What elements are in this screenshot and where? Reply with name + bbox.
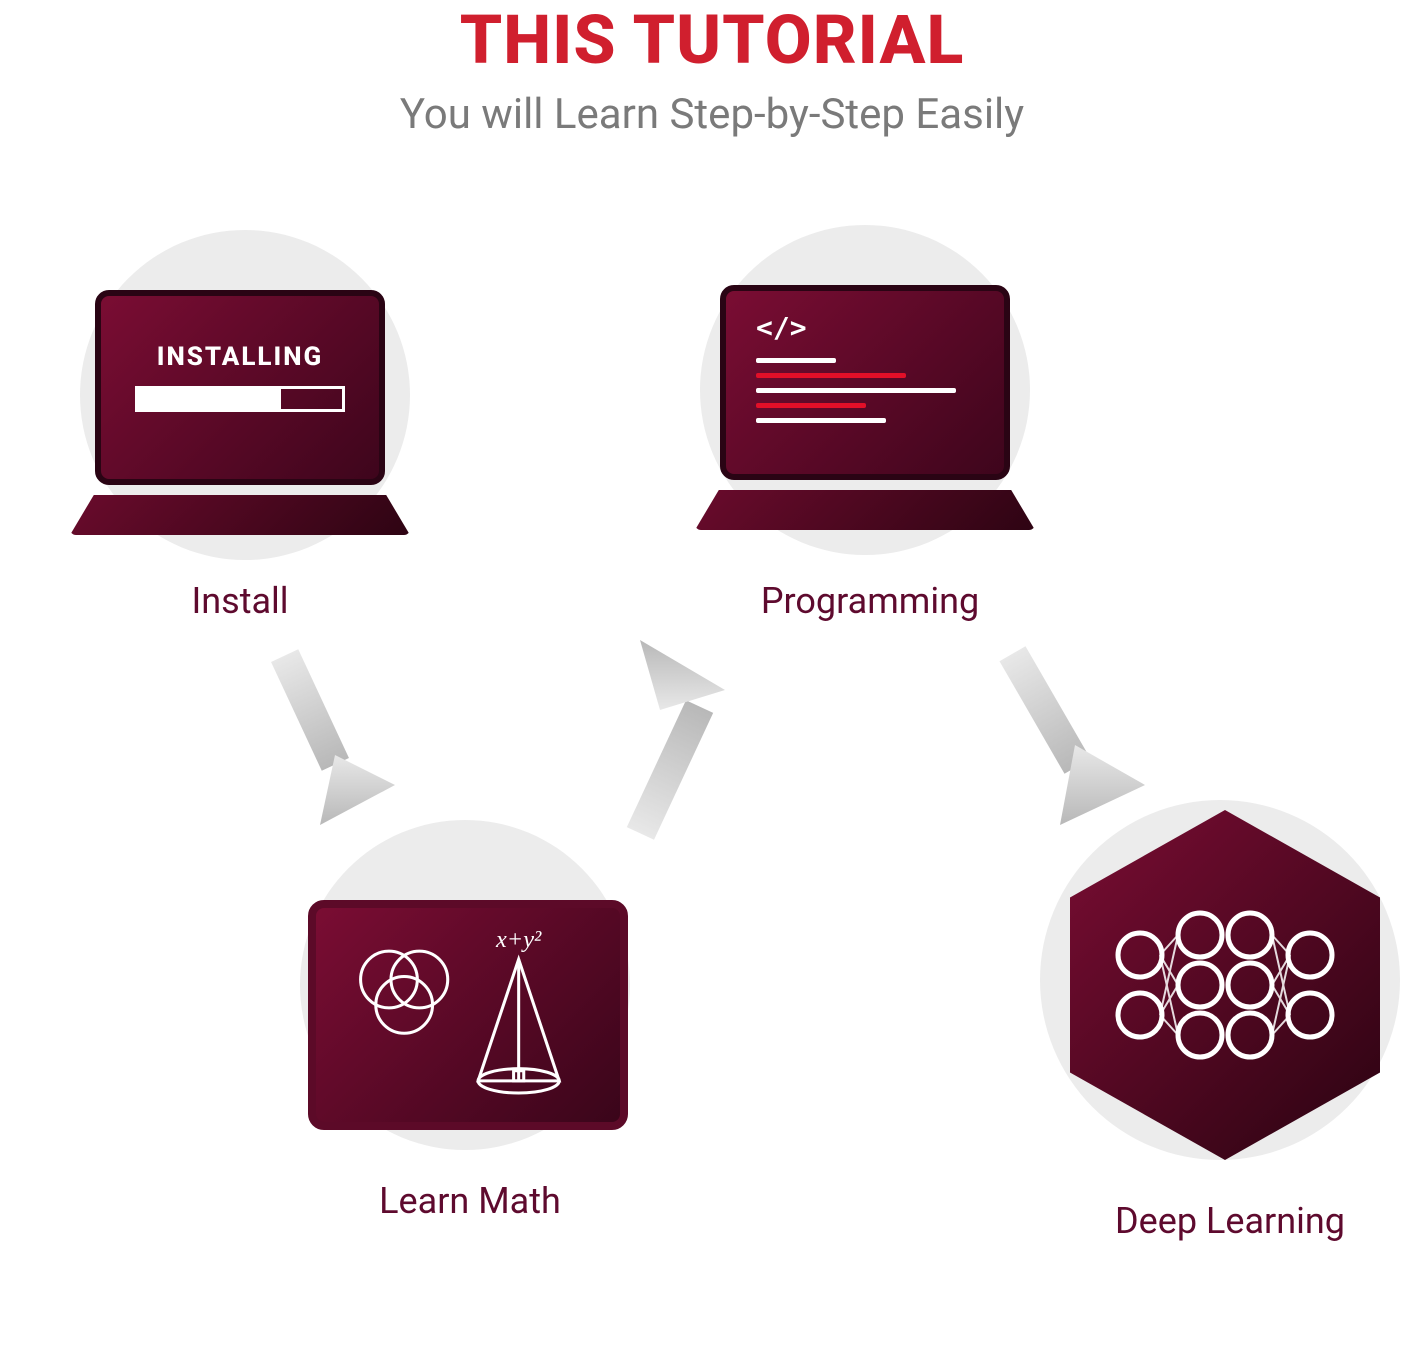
programming-laptop-icon: </>	[720, 285, 1035, 530]
install-laptop-icon: INSTALLING	[95, 290, 410, 535]
page-title: THIS TUTORIAL	[0, 0, 1424, 80]
progress-bar	[135, 386, 345, 412]
progress-fill	[138, 389, 281, 409]
code-line	[756, 373, 906, 378]
install-label: Install	[100, 580, 380, 622]
install-screen-text: INSTALLING	[101, 296, 379, 372]
arrow-math-to-programming	[600, 640, 760, 860]
code-symbol-icon: </>	[726, 291, 1004, 348]
page-subtitle: You will Learn Step-by-Step Easily	[0, 90, 1424, 139]
programming-label: Programming	[720, 580, 1020, 622]
code-line	[756, 388, 956, 393]
math-formula: x+y²	[495, 926, 542, 953]
arrow-install-to-math	[260, 640, 400, 840]
math-board-icon: x+y²	[308, 900, 628, 1130]
deep-label: Deep Learning	[1070, 1200, 1390, 1242]
arrow-programming-to-deep	[990, 635, 1150, 835]
math-label: Learn Math	[320, 1180, 620, 1222]
code-line	[756, 418, 886, 423]
code-line	[756, 358, 836, 363]
code-line	[756, 403, 866, 408]
